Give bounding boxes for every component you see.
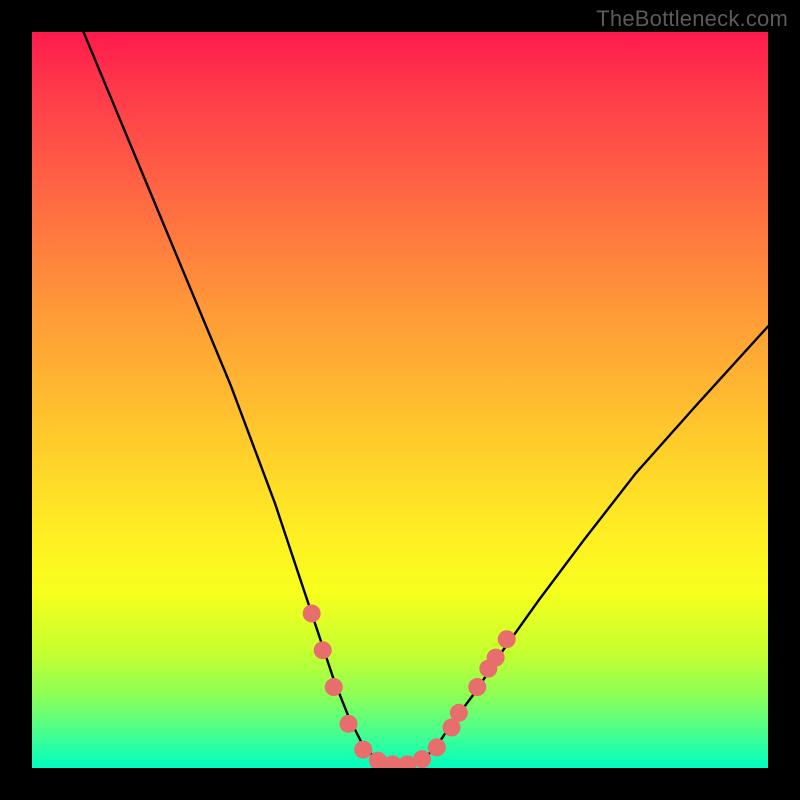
chart-svg — [32, 32, 768, 768]
chart-container: TheBottleneck.com — [0, 0, 800, 800]
highlight-marker — [468, 678, 486, 696]
highlight-marker — [428, 738, 446, 756]
highlight-marker — [354, 741, 372, 759]
plot-area — [30, 30, 770, 770]
curve-line — [84, 32, 768, 768]
highlight-marker — [303, 604, 321, 622]
highlight-marker — [487, 649, 505, 667]
highlight-marker — [498, 630, 516, 648]
highlight-marker — [413, 750, 431, 768]
highlight-markers — [303, 604, 516, 768]
highlight-marker — [325, 678, 343, 696]
highlight-marker — [314, 641, 332, 659]
highlight-marker — [339, 715, 357, 733]
watermark-text: TheBottleneck.com — [596, 6, 788, 32]
highlight-marker — [450, 704, 468, 722]
